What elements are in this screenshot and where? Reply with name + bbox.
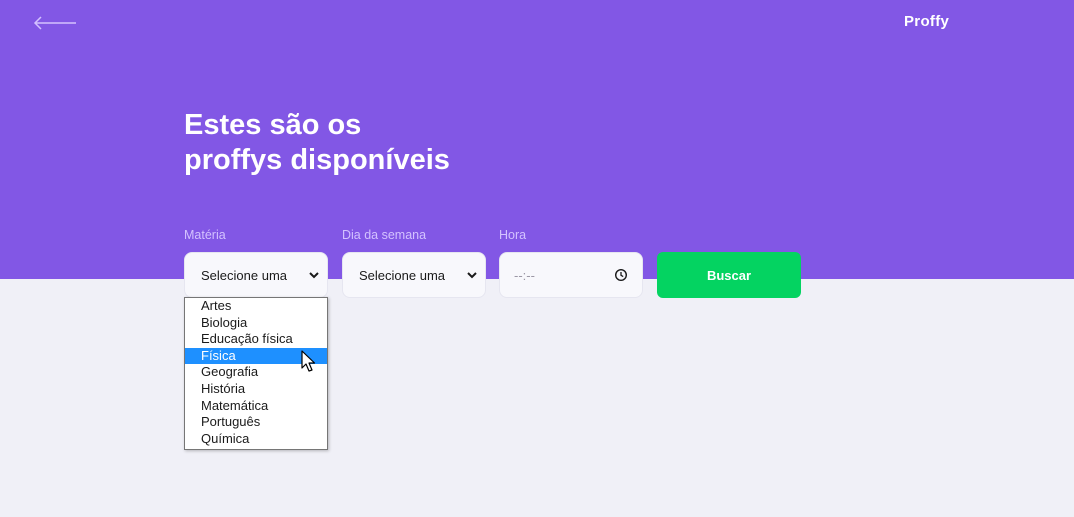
materia-option-historia[interactable]: História bbox=[185, 381, 327, 398]
materia-select-value: Selecione uma bbox=[201, 268, 287, 283]
brand-logo: Proffy bbox=[904, 13, 950, 30]
arrow-left-icon bbox=[33, 16, 76, 30]
dia-semana-select[interactable]: Selecione uma bbox=[342, 252, 486, 298]
clock-icon[interactable] bbox=[614, 268, 628, 282]
back-button[interactable] bbox=[32, 12, 78, 34]
materia-option-educacao-fisica[interactable]: Educação física bbox=[185, 331, 327, 348]
materia-option-matematica[interactable]: Matemática bbox=[185, 398, 327, 415]
buscar-button[interactable]: Buscar bbox=[657, 252, 801, 298]
dia-semana-select-value: Selecione uma bbox=[359, 268, 445, 283]
page-title-line-2: proffys disponíveis bbox=[184, 144, 450, 176]
chevron-down-icon bbox=[309, 272, 319, 279]
mouse-pointer-icon bbox=[301, 350, 316, 372]
materia-option-biologia[interactable]: Biologia bbox=[185, 315, 327, 332]
materia-option-portugues[interactable]: Português bbox=[185, 414, 327, 431]
hora-input[interactable]: --:-- bbox=[499, 252, 643, 298]
page-title-line-1: Estes são os bbox=[184, 109, 362, 141]
page-title: Estes são os proffys disponíveis bbox=[184, 108, 450, 178]
chevron-down-icon bbox=[467, 272, 477, 279]
materia-label: Matéria bbox=[184, 228, 226, 242]
page-header: Proffy Estes são os proffys disponíveis … bbox=[0, 0, 1074, 279]
dia-semana-label: Dia da semana bbox=[342, 228, 427, 242]
hora-label: Hora bbox=[499, 228, 527, 242]
materia-option-artes[interactable]: Artes bbox=[185, 298, 327, 315]
materia-option-quimica[interactable]: Química bbox=[185, 431, 327, 448]
materia-select[interactable]: Selecione uma bbox=[184, 252, 328, 298]
hora-input-value: --:-- bbox=[514, 268, 535, 283]
